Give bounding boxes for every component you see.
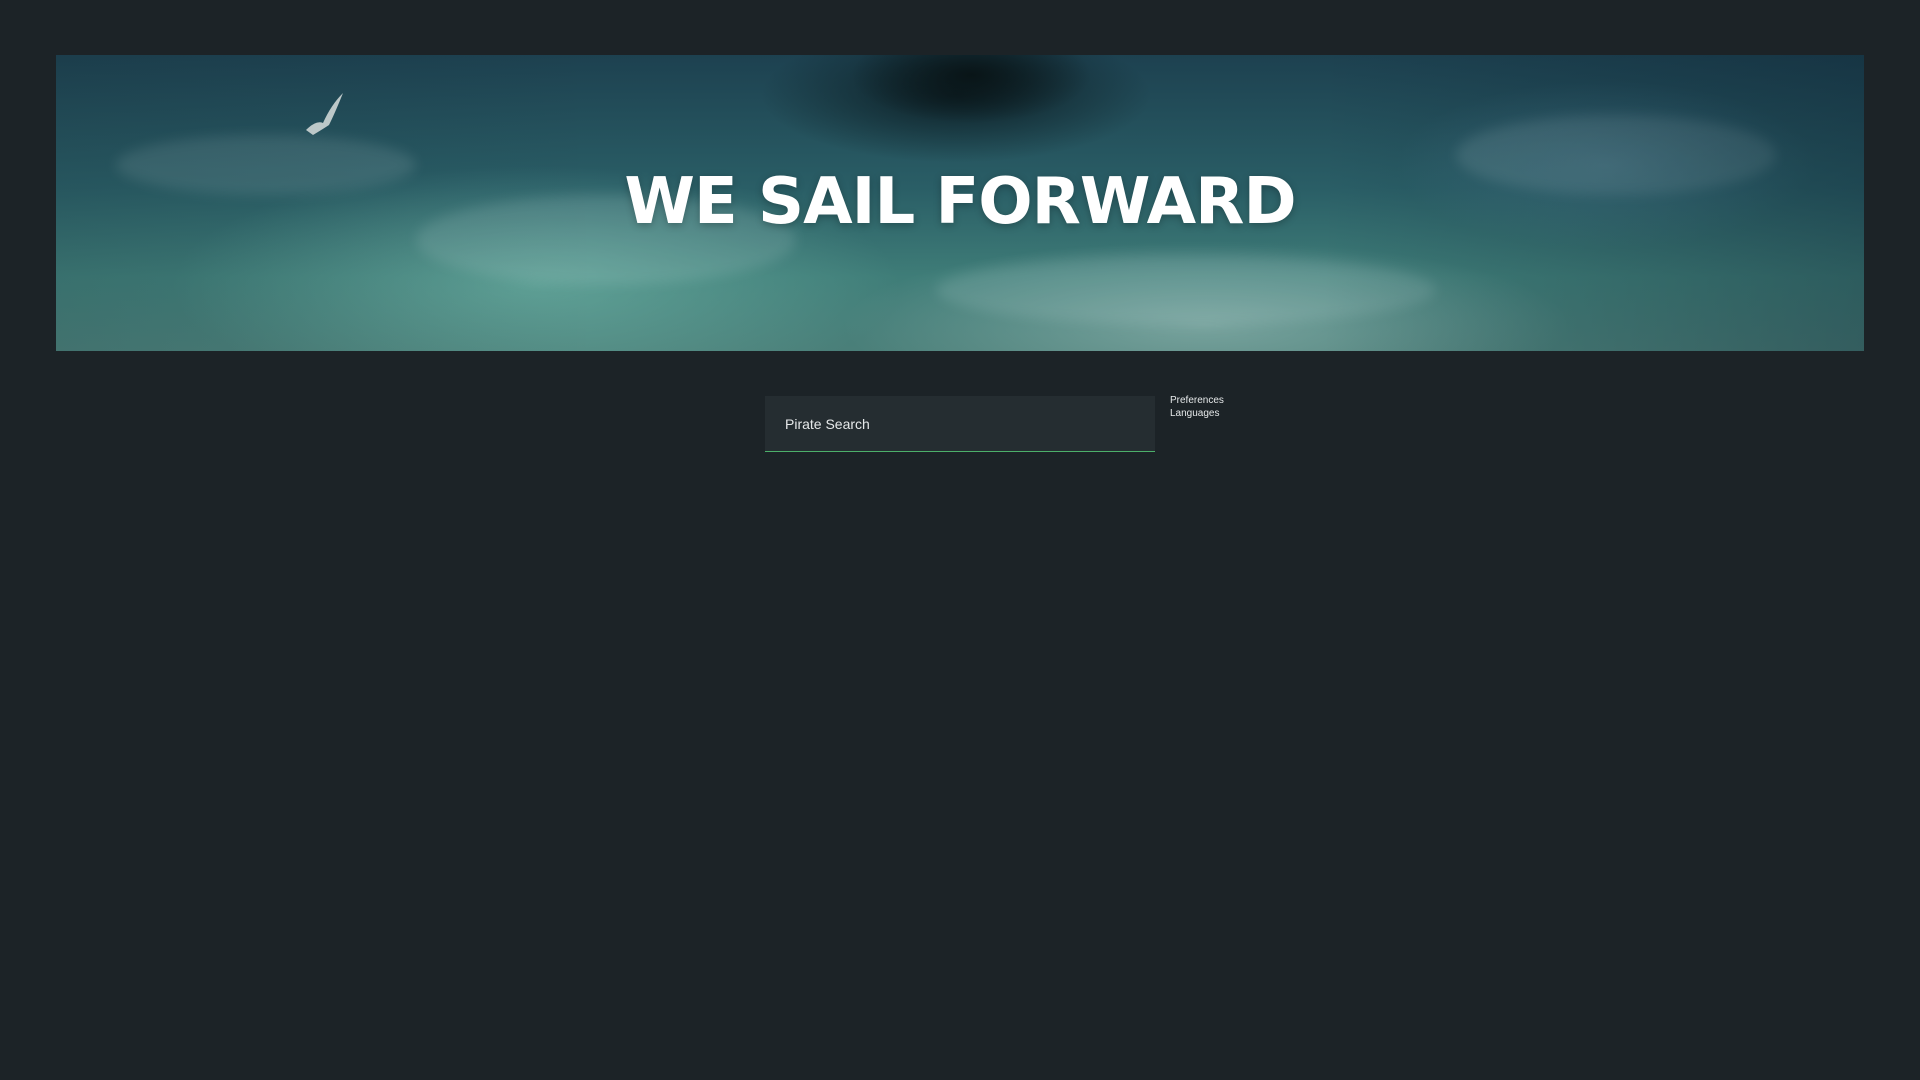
side-links: Preferences Languages: [1170, 395, 1224, 420]
languages-link[interactable]: Languages: [1170, 408, 1224, 420]
preferences-link[interactable]: Preferences: [1170, 395, 1224, 407]
hero-title: WE SAIL FORWARD: [624, 165, 1296, 239]
page: WE SAIL FORWARD Preferences Languages: [0, 0, 1920, 1080]
search-box[interactable]: [765, 396, 1155, 452]
hero-banner: WE SAIL FORWARD: [56, 55, 1864, 351]
search-input[interactable]: [765, 396, 1155, 451]
